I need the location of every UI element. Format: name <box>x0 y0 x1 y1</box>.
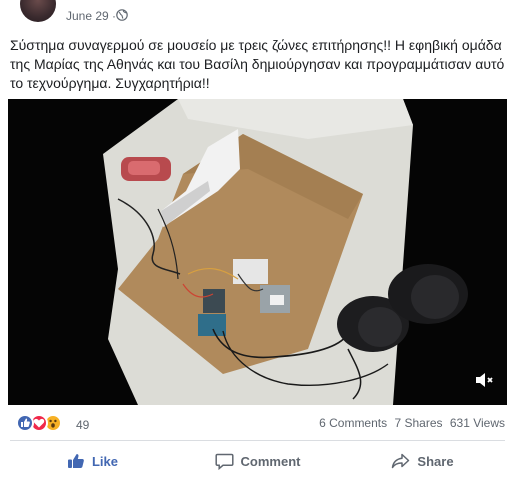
engagement-stats: 6 Comments 7 Shares 631 Views <box>315 416 505 430</box>
video-frame <box>8 99 507 405</box>
speaker-muted-icon[interactable] <box>473 369 495 391</box>
share-label: Share <box>417 453 454 469</box>
like-label: Like <box>91 453 118 469</box>
video-player[interactable] <box>8 99 507 405</box>
post-header: June 29 · <box>0 0 509 30</box>
comment-label: Comment <box>240 453 301 469</box>
comment-button[interactable]: Comment <box>175 446 340 476</box>
post-stats: 49 6 Comments 7 Shares 631 Views <box>10 412 505 434</box>
post-date[interactable]: June 29 · <box>66 9 116 23</box>
avatar[interactable] <box>20 0 56 22</box>
reaction-count[interactable]: 49 <box>76 418 89 432</box>
views-count: 631 Views <box>449 416 505 430</box>
share-icon <box>392 453 410 469</box>
shares-count[interactable]: 7 Shares <box>394 416 442 430</box>
share-button[interactable]: Share <box>340 446 505 476</box>
thumbs-up-icon <box>67 454 84 468</box>
comments-count[interactable]: 6 Comments <box>319 416 387 430</box>
post-text: Σύστημα συναγερμού σε μουσείο με τρεις ζ… <box>10 37 505 91</box>
divider <box>10 440 505 441</box>
comment-icon <box>214 453 234 470</box>
post-actions: Like Comment Share <box>10 446 505 476</box>
like-reaction-icon <box>16 414 34 432</box>
globe-icon[interactable] <box>116 9 128 21</box>
like-button[interactable]: Like <box>10 446 175 476</box>
